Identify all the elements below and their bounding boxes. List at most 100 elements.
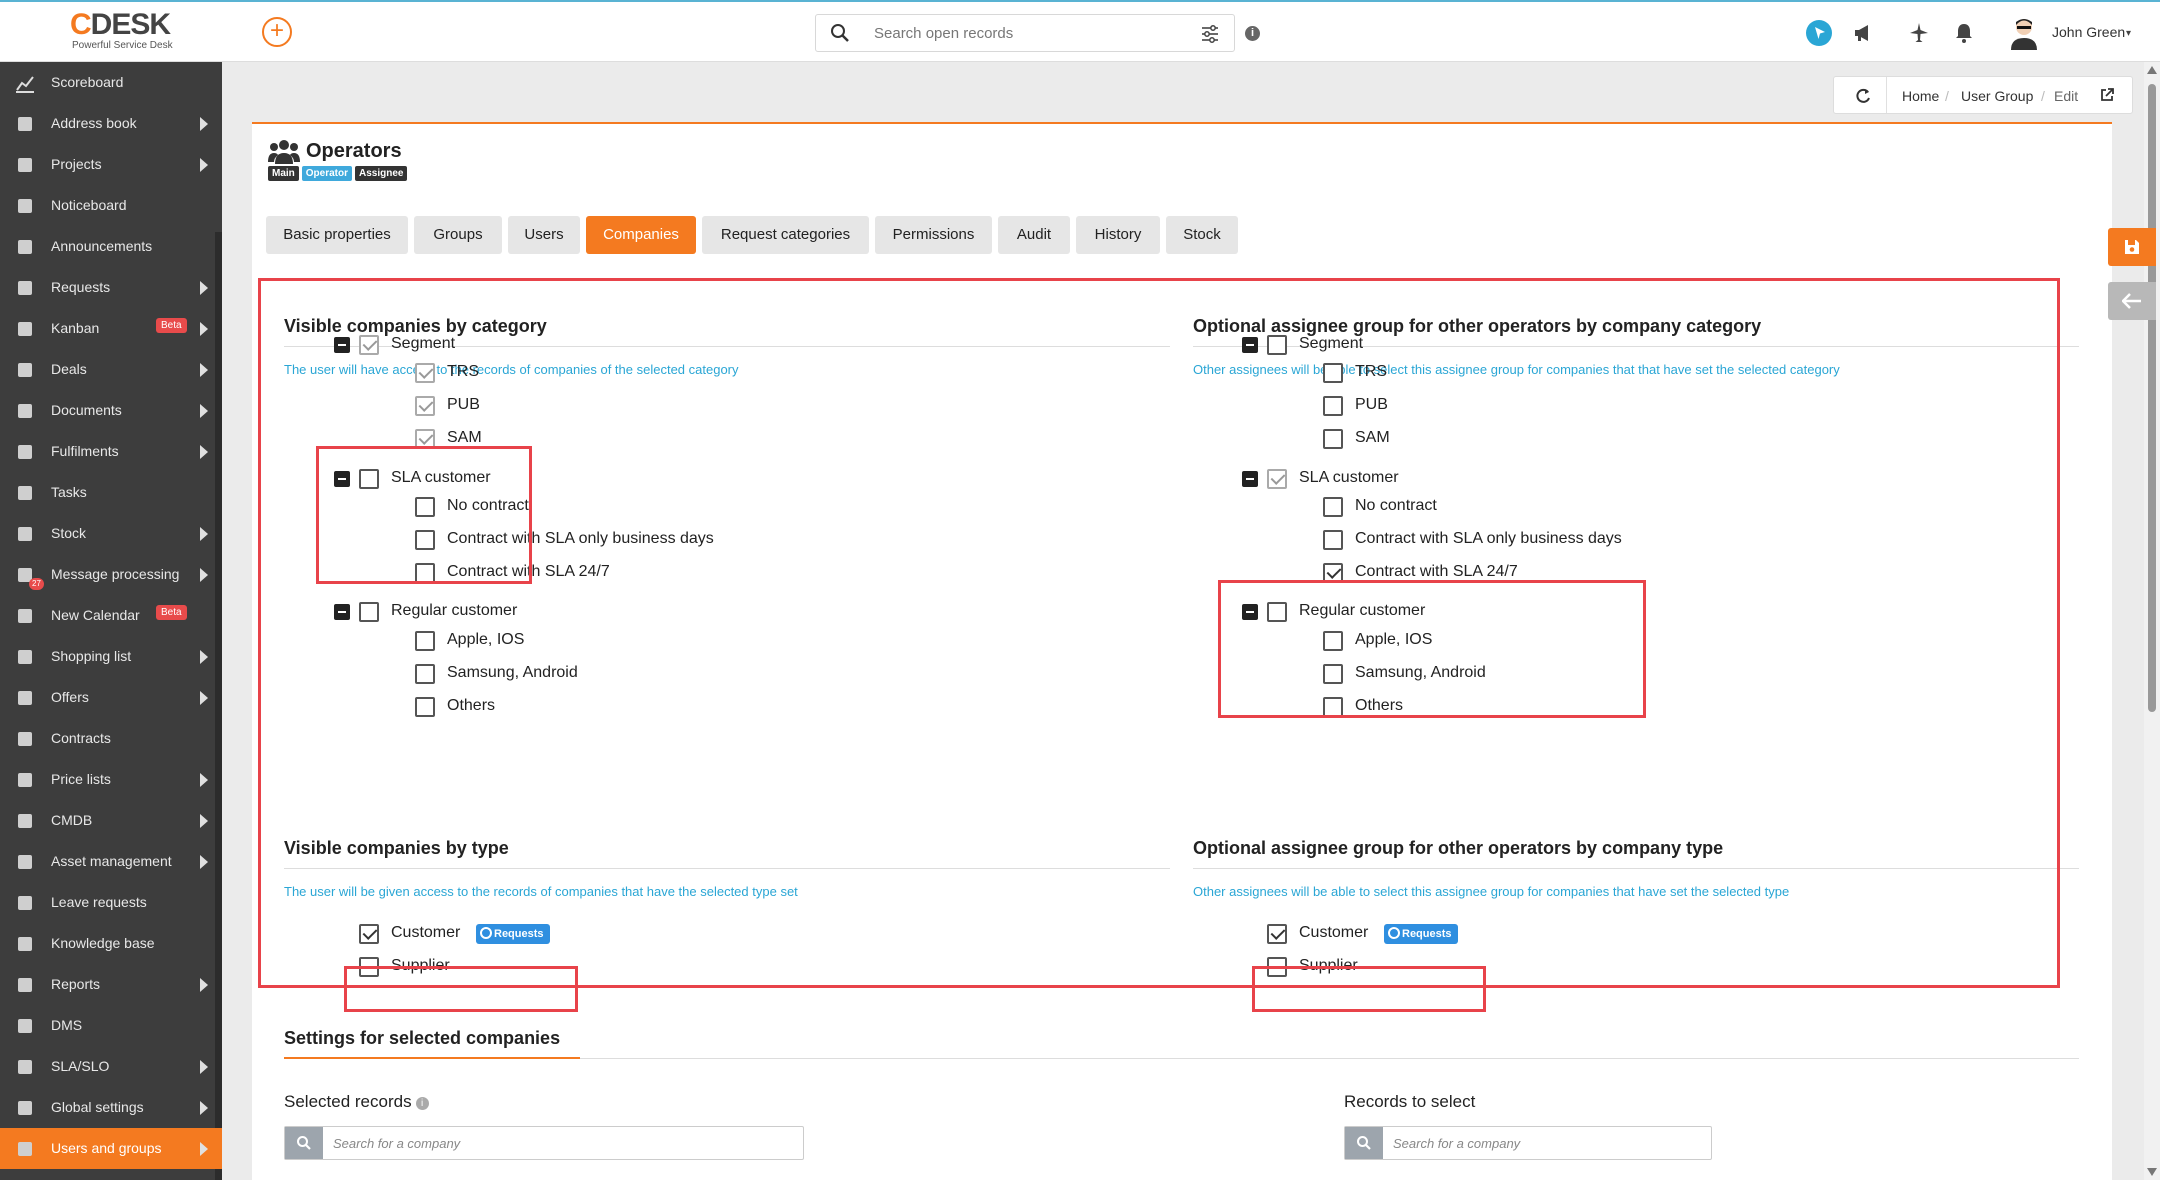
tab-groups[interactable]: Groups [414, 216, 502, 254]
chevron-right-icon[interactable] [200, 322, 208, 336]
sidebar-item-label: Scoreboard [51, 74, 124, 90]
chevron-right-icon[interactable] [200, 117, 208, 131]
breadcrumb-home[interactable]: Home [1902, 88, 1939, 104]
search-icon [1357, 1136, 1371, 1150]
chevron-right-icon[interactable] [200, 814, 208, 828]
avatar[interactable] [2008, 16, 2040, 50]
sidebar-item-label: Leave requests [51, 894, 147, 910]
sidebar-item-sla-slo[interactable]: SLA/SLO [0, 1046, 222, 1087]
sidebar-item-contracts[interactable]: Contracts [0, 718, 222, 759]
chevron-right-icon[interactable] [200, 855, 208, 869]
tag-main: Main [268, 166, 299, 181]
sidebar-item-label: Offers [51, 689, 89, 705]
global-search[interactable]: Search open records [815, 14, 1235, 52]
cursor-icon[interactable] [1806, 20, 1832, 46]
chevron-right-icon[interactable] [200, 281, 208, 295]
chevron-right-icon[interactable] [200, 568, 208, 582]
chevron-right-icon[interactable] [200, 158, 208, 172]
chevron-right-icon[interactable] [200, 363, 208, 377]
sidebar-item-asset-management[interactable]: Asset management [0, 841, 222, 882]
search-input[interactable]: Search open records [874, 25, 1013, 42]
tab-companies[interactable]: Companies [586, 216, 696, 254]
plane-icon[interactable] [1906, 20, 1932, 46]
chevron-right-icon[interactable] [200, 1101, 208, 1115]
user-menu-caret[interactable]: ▾ [2126, 28, 2131, 39]
info-icon[interactable]: i [415, 1097, 429, 1110]
sidebar-item-stock[interactable]: Stock [0, 513, 222, 554]
sidebar-item-address-book[interactable]: Address book [0, 103, 222, 144]
filter-sliders-icon[interactable] [1200, 24, 1220, 44]
chevron-right-icon[interactable] [200, 404, 208, 418]
count-badge: 27 [29, 578, 44, 590]
projects-icon [18, 158, 32, 172]
sidebar-item-leave-requests[interactable]: Leave requests [0, 882, 222, 923]
sidebar-item-shopping-list[interactable]: Shopping list [0, 636, 222, 677]
tab-audit[interactable]: Audit [998, 216, 1070, 254]
sidebar-item-label: New Calendar [51, 607, 140, 623]
logo[interactable]: CDESK Powerful Service Desk [70, 8, 190, 52]
users-icon [18, 1142, 32, 1156]
chevron-right-icon[interactable] [200, 1142, 208, 1156]
chevron-right-icon[interactable] [200, 691, 208, 705]
tab-basic-properties[interactable]: Basic properties [266, 216, 408, 254]
sidebar-item-tasks[interactable]: Tasks [0, 472, 222, 513]
user-name[interactable]: John Green [2052, 24, 2125, 40]
chevron-right-icon[interactable] [200, 978, 208, 992]
bell-icon[interactable] [1951, 20, 1977, 46]
selected-company-search[interactable]: Search for a company [284, 1126, 804, 1160]
sidebar-item-scoreboard[interactable]: Scoreboard [0, 62, 222, 103]
requests-icon [18, 281, 32, 295]
breadcrumb-user-group[interactable]: User Group [1961, 88, 2033, 104]
gears-icon [18, 1101, 32, 1115]
tab-history[interactable]: History [1076, 216, 1160, 254]
sidebar-item-cmdb[interactable]: CMDB [0, 800, 222, 841]
external-link-icon[interactable] [2099, 87, 2115, 103]
sidebar-item-message-processing[interactable]: Message processing 27 [0, 554, 222, 595]
megaphone-icon[interactable] [1851, 20, 1877, 46]
logo-text: DESK [90, 8, 171, 41]
sidebar-item-label: Deals [51, 361, 87, 377]
sidebar-item-deals[interactable]: Deals [0, 349, 222, 390]
sidebar-item-dms[interactable]: DMS [0, 1005, 222, 1046]
gavel-icon [18, 1060, 32, 1074]
save-button[interactable] [2108, 228, 2156, 266]
sidebar-item-reports[interactable]: Reports [0, 964, 222, 1005]
sidebar-item-users-and-groups[interactable]: Users and groups [0, 1128, 222, 1169]
sidebar-item-new-calendar[interactable]: New Calendar Beta [0, 595, 222, 636]
sidebar-item-offers[interactable]: Offers [0, 677, 222, 718]
tab-stock[interactable]: Stock [1166, 216, 1238, 254]
sidebar-item-projects[interactable]: Projects [0, 144, 222, 185]
chevron-right-icon[interactable] [200, 1060, 208, 1074]
chevron-right-icon[interactable] [200, 445, 208, 459]
tab-permissions[interactable]: Permissions [875, 216, 992, 254]
chevron-right-icon[interactable] [200, 527, 208, 541]
sidebar-item-noticeboard[interactable]: Noticeboard [0, 185, 222, 226]
sidebar-item-label: Stock [51, 525, 87, 541]
tab-request-categories[interactable]: Request categories [702, 216, 869, 254]
settings-title: Settings for selected companies [284, 1028, 561, 1048]
arrow-left-icon [2122, 293, 2141, 309]
records-company-search[interactable]: Search for a company [1344, 1126, 1712, 1160]
sidebar-item-knowledge-base[interactable]: Knowledge base [0, 923, 222, 964]
search-info-icon[interactable]: i [1245, 26, 1260, 41]
address-book-icon [18, 117, 32, 131]
tab-users[interactable]: Users [508, 216, 580, 254]
price-list-icon [18, 773, 32, 787]
settings-underline [284, 1057, 2079, 1059]
back-button[interactable] [2108, 282, 2156, 320]
chevron-right-icon[interactable] [200, 773, 208, 787]
briefcase-icon [18, 363, 32, 377]
sidebar-item-fulfilments[interactable]: Fulfilments [0, 431, 222, 472]
chevron-right-icon[interactable] [200, 650, 208, 664]
add-button[interactable]: + [262, 17, 292, 47]
sidebar-item-kanban[interactable]: Kanban Beta [0, 308, 222, 349]
sidebar-item-announcements[interactable]: Announcements [0, 226, 222, 267]
sidebar-item-requests[interactable]: Requests [0, 267, 222, 308]
calendar-icon [18, 609, 32, 623]
refresh-icon[interactable] [1854, 87, 1872, 105]
sidebar-item-label: CMDB [51, 812, 93, 828]
sidebar-item-global-settings[interactable]: Global settings [0, 1087, 222, 1128]
cart-icon [18, 650, 32, 664]
sidebar-item-price-lists[interactable]: Price lists [0, 759, 222, 800]
sidebar-item-documents[interactable]: Documents [0, 390, 222, 431]
